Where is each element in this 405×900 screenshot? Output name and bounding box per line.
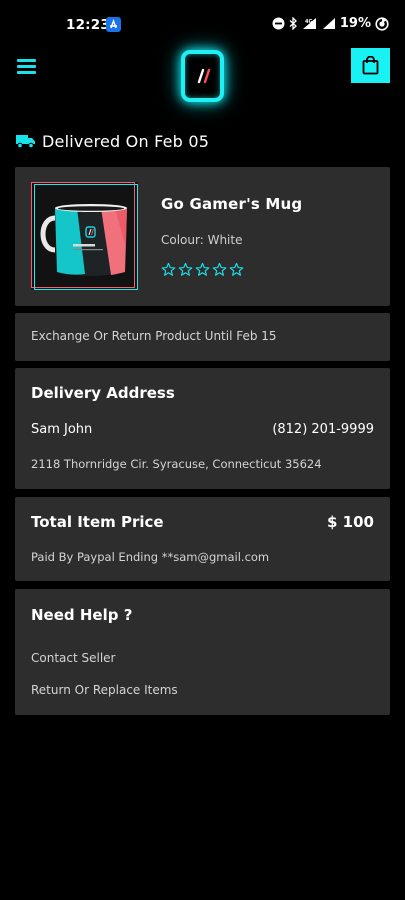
delivery-address-title: Delivery Address	[31, 384, 175, 402]
recipient-name: Sam John	[31, 422, 93, 437]
bluetooth-icon	[289, 17, 297, 30]
address-line: 2118 Thornridge Cir. Syracuse, Connectic…	[31, 457, 322, 471]
dnd-icon	[272, 17, 285, 30]
contact-seller-link[interactable]: Contact Seller	[31, 651, 116, 665]
star-outline-icon[interactable]	[161, 262, 176, 277]
product-card[interactable]: Go Gamer's Mug Colour: White	[15, 167, 390, 306]
shopping-bag-icon[interactable]	[351, 48, 390, 83]
battery-icon	[375, 16, 389, 31]
return-replace-link[interactable]: Return Or Replace Items	[31, 683, 178, 697]
total-price-value: $ 100	[327, 513, 374, 531]
return-policy-card: Exchange Or Return Product Until Feb 15	[15, 313, 390, 361]
delivery-address-card: Delivery Address Sam John (812) 201-9999…	[15, 368, 390, 489]
recipient-phone: (812) 201-9999	[272, 422, 374, 437]
total-price-title: Total Item Price	[31, 513, 164, 531]
status-icons: 4G 19%	[272, 16, 389, 31]
status-time: 12:23	[66, 17, 110, 33]
product-image[interactable]	[31, 182, 138, 290]
star-outline-icon[interactable]	[229, 262, 244, 277]
star-outline-icon[interactable]	[178, 262, 193, 277]
status-bar: 12:23 4G 19%	[0, 0, 405, 50]
payment-method-text: Paid By Paypal Ending **sam@gmail.com	[31, 550, 270, 564]
network-label: 4G	[305, 19, 313, 25]
star-outline-icon[interactable]	[195, 262, 210, 277]
product-name: Go Gamer's Mug	[161, 195, 303, 213]
help-card: Need Help ? Contact Seller Return Or Rep…	[15, 589, 390, 715]
hamburger-menu-icon[interactable]	[17, 58, 37, 74]
rating-stars[interactable]	[161, 262, 244, 277]
battery-percent: 19%	[339, 16, 371, 31]
brand-logo-icon[interactable]	[181, 50, 224, 102]
price-card: Total Item Price $ 100 Paid By Paypal En…	[15, 497, 390, 581]
app-store-icon	[106, 17, 121, 32]
return-policy-text: Exchange Or Return Product Until Feb 15	[31, 329, 277, 343]
help-title: Need Help ?	[31, 606, 133, 624]
product-colour: Colour: White	[161, 233, 243, 247]
signal-icon	[322, 18, 335, 29]
star-outline-icon[interactable]	[212, 262, 227, 277]
delivery-status: Delivered On Feb 05	[16, 130, 209, 152]
truck-icon	[16, 135, 35, 148]
delivery-status-text: Delivered On Feb 05	[42, 131, 210, 151]
signal-icon: 4G	[302, 18, 316, 29]
